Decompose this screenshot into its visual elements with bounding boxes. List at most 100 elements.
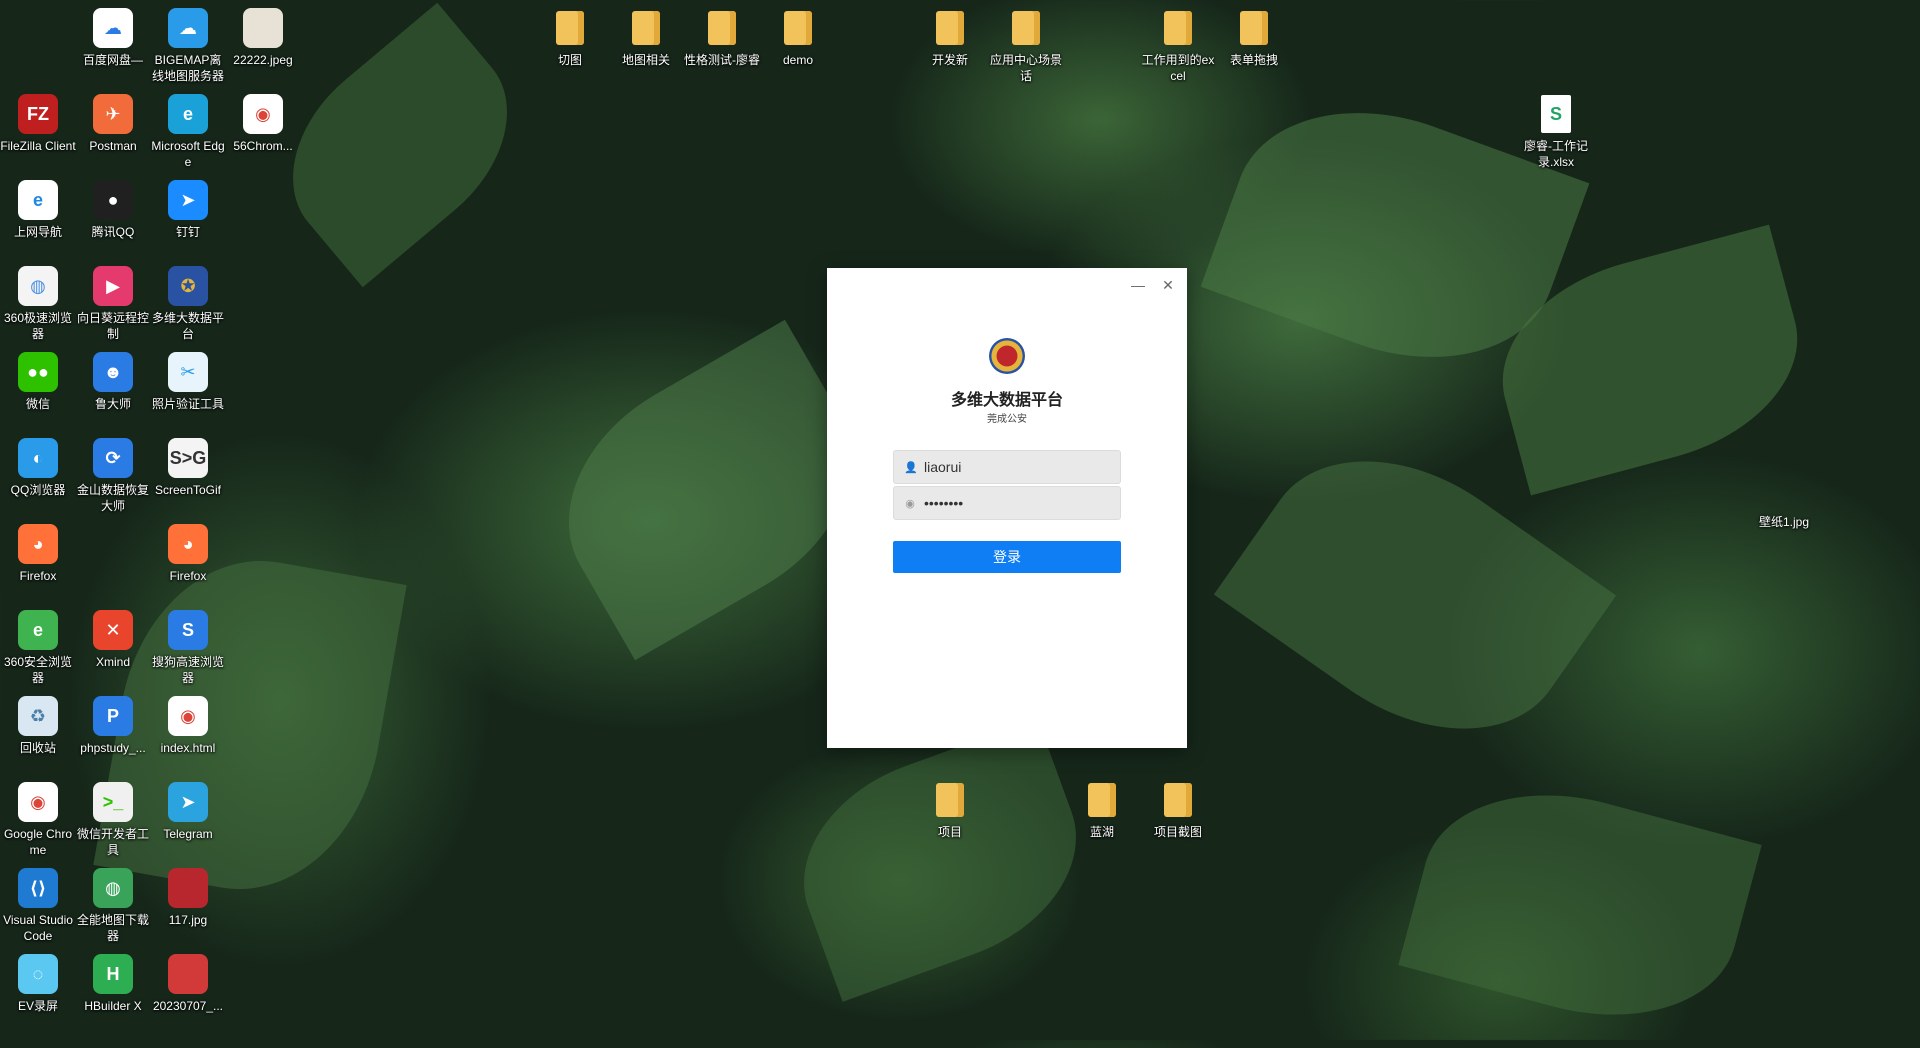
desktop-icon-firefox2[interactable]: ◕ Firefox bbox=[150, 524, 226, 584]
desktop-icon-appcenter[interactable]: 应用中心场景话 bbox=[988, 8, 1064, 84]
desktop-icon-label: ScreenToGif bbox=[154, 483, 222, 497]
desktop-icon-b360[interactable]: ◍ 360极速浏览器 bbox=[0, 266, 76, 342]
desktop-icon-qqbrowser[interactable]: ◐ QQ浏览器 bbox=[0, 438, 76, 498]
desktop-icon-wxdev[interactable]: >_ 微信开发者工具 bbox=[75, 782, 151, 858]
desktop-icon-evrec[interactable]: ◌ EV录屏 bbox=[0, 954, 76, 1014]
desktop-icon-label: 腾讯QQ bbox=[91, 225, 135, 239]
desktop-icon-sunlogin[interactable]: ▶ 向日葵远程控制 bbox=[75, 266, 151, 342]
desktop-icon-worklog[interactable]: S 廖睿-工作记录.xlsx bbox=[1518, 94, 1594, 170]
baidu-app-icon: ☁ bbox=[93, 8, 133, 48]
minimize-button[interactable]: — bbox=[1125, 274, 1151, 296]
folder-shape bbox=[1012, 11, 1040, 45]
desktop-icon-firefox1[interactable]: ◕ Firefox bbox=[0, 524, 76, 584]
folder-shape bbox=[632, 11, 660, 45]
desktop-icon-label: Firefox bbox=[169, 569, 207, 583]
desktop-icon-filezilla[interactable]: FZ FileZilla Client bbox=[0, 94, 76, 154]
password-field[interactable]: ◉ bbox=[893, 486, 1121, 520]
desktop-icon-label: 117.jpg bbox=[168, 913, 208, 927]
desktop-icon-label: 全能地图下载器 bbox=[76, 913, 149, 943]
desktop-icon-chrome[interactable]: ◉ Google Chrome bbox=[0, 782, 76, 858]
desktop-icon-sogou[interactable]: S 搜狗高速浏览器 bbox=[150, 610, 226, 686]
folder-icon bbox=[1158, 8, 1198, 48]
close-button[interactable]: ✕ bbox=[1155, 274, 1181, 296]
desktop-icon-maprel[interactable]: 地图相关 bbox=[608, 8, 684, 68]
desktop-icon-label: 廖睿-工作记录.xlsx bbox=[1524, 139, 1588, 169]
folder-icon bbox=[930, 780, 970, 820]
desktop-icon-label: 20230707_... bbox=[152, 999, 224, 1013]
desktop-icon-label: 微信开发者工具 bbox=[76, 827, 149, 857]
desktop-icon-wallpaper[interactable]: 壁纸1.jpg bbox=[1746, 470, 1822, 530]
desktop-icon-recycle[interactable]: ♻ 回收站 bbox=[0, 696, 76, 756]
desktop-icon-label: Xmind bbox=[95, 655, 130, 669]
desktop-icon-telegram[interactable]: ➤ Telegram bbox=[150, 782, 226, 842]
desktop-icon-kingsoft[interactable]: ⟳ 金山数据恢复大师 bbox=[75, 438, 151, 514]
eye-icon[interactable]: ◉ bbox=[904, 497, 916, 510]
app-subtitle: 莞成公安 bbox=[987, 414, 1027, 425]
qq-app-icon: ● bbox=[93, 180, 133, 220]
desktop-icon-mapdl[interactable]: ◍ 全能地图下载器 bbox=[75, 868, 151, 944]
folder-icon bbox=[702, 8, 742, 48]
desktop-icon-xmjt[interactable]: 项目截图 bbox=[1140, 780, 1216, 840]
desktop-icon-label: phpstudy_... bbox=[80, 741, 146, 755]
username-field[interactable]: 👤 bbox=[893, 450, 1121, 484]
desktop-icon-baidu[interactable]: ☁ 百度网盘— bbox=[75, 8, 151, 68]
desktop-icon-xmind[interactable]: ✕ Xmind bbox=[75, 610, 151, 670]
desktop-icon-xingge[interactable]: 性格测试-廖睿 bbox=[684, 8, 760, 68]
filezilla-app-icon: FZ bbox=[18, 94, 58, 134]
desktop-icon-label: FileZilla Client bbox=[0, 139, 76, 153]
desktop-icon-hbuilder[interactable]: H HBuilder X bbox=[75, 954, 151, 1014]
desktop-icon-label: 上网导航 bbox=[13, 225, 62, 239]
folder-shape bbox=[1164, 783, 1192, 817]
desktop-icon-wechat[interactable]: ●● 微信 bbox=[0, 352, 76, 412]
desktop-icon-label: 工作用到的excel bbox=[1141, 53, 1215, 83]
desktop-icon-postman[interactable]: ✈ Postman bbox=[75, 94, 151, 154]
desktop-icon-dingtalk[interactable]: ➤ 钉钉 bbox=[150, 180, 226, 240]
desktop-icon-safe360[interactable]: e 360安全浏览器 bbox=[0, 610, 76, 686]
desktop-icon-biaodan[interactable]: 表单拖拽 bbox=[1216, 8, 1292, 68]
desktop-icon-img20230707[interactable]: 20230707_... bbox=[150, 954, 226, 1014]
desktop-icon-workexcel[interactable]: 工作用到的excel bbox=[1140, 8, 1216, 84]
desktop-icon-label: 360安全浏览器 bbox=[3, 655, 73, 685]
police-emblem-logo bbox=[989, 338, 1025, 374]
login-dialog: — ✕ 多维大数据平台 莞成公安 👤 ◉ 登录 bbox=[827, 268, 1187, 748]
desktop-icon-img117[interactable]: 117.jpg bbox=[150, 868, 226, 928]
username-input[interactable] bbox=[924, 459, 1104, 475]
desktop-icon-label: 项目截图 bbox=[1153, 825, 1202, 839]
wallpaper-leaf bbox=[1398, 762, 1762, 1048]
password-input[interactable] bbox=[924, 495, 1104, 511]
desktop-icon-chrome56[interactable]: ◉ 56Chrom... bbox=[225, 94, 301, 154]
desktop-icon-label: 向日葵远程控制 bbox=[76, 311, 149, 341]
desktop-icon-phpstudy[interactable]: Pphpstudy_... bbox=[75, 696, 151, 756]
desktop-icon-label: 钉钉 bbox=[175, 225, 200, 239]
firefox2-app-icon: ◕ bbox=[168, 524, 208, 564]
desktop-icon-photoverify[interactable]: ✂ 照片验证工具 bbox=[150, 352, 226, 412]
desktop-icon-vscode[interactable]: ⟨⟩ Visual Studio Code bbox=[0, 868, 76, 944]
file-shape: S bbox=[1541, 95, 1571, 133]
desktop-icon-lanhu[interactable]: 蓝湖 bbox=[1064, 780, 1140, 840]
desktop-icon-ludashi[interactable]: ☻ 鲁大师 bbox=[75, 352, 151, 412]
ie-app-icon: e bbox=[18, 180, 58, 220]
desktop-icon-label: 百度网盘— bbox=[82, 53, 143, 67]
desktop-icon-img22222[interactable]: 22222.jpeg bbox=[225, 8, 301, 68]
login-button[interactable]: 登录 bbox=[893, 541, 1121, 573]
desktop-icon-label: 360极速浏览器 bbox=[3, 311, 73, 341]
photo-thumbnail-icon bbox=[243, 8, 283, 48]
wechat-app-icon: ●● bbox=[18, 352, 58, 392]
desktop-icon-screentogif[interactable]: S>G ScreenToGif bbox=[150, 438, 226, 498]
desktop-icon-qq[interactable]: ● 腾讯QQ bbox=[75, 180, 151, 240]
desktop-icon-xiangmu[interactable]: 项目 bbox=[912, 780, 988, 840]
desktop-icon-demo[interactable]: demo bbox=[760, 8, 836, 68]
desktop-icon-qietu[interactable]: 切图 bbox=[532, 8, 608, 68]
chrome56-app-icon: ◉ bbox=[243, 94, 283, 134]
indexhtml-app-icon: ◉ bbox=[168, 696, 208, 736]
desktop-icon-edge[interactable]: e Microsoft Edge bbox=[150, 94, 226, 170]
desktop-icon-indexhtml[interactable]: ◉ index.html bbox=[150, 696, 226, 756]
folder-icon bbox=[1158, 780, 1198, 820]
desktop-icon-label: EV录屏 bbox=[17, 999, 58, 1013]
desktop-icon-ie[interactable]: e 上网导航 bbox=[0, 180, 76, 240]
folder-shape bbox=[708, 11, 736, 45]
kingsoft-app-icon: ⟳ bbox=[93, 438, 133, 478]
desktop-icon-dwdata[interactable]: ✪ 多维大数据平台 bbox=[150, 266, 226, 342]
desktop-icon-bigemap[interactable]: ☁ BIGEMAP离线地图服务器 bbox=[150, 8, 226, 84]
desktop-icon-kaifa[interactable]: 开发新 bbox=[912, 8, 988, 68]
